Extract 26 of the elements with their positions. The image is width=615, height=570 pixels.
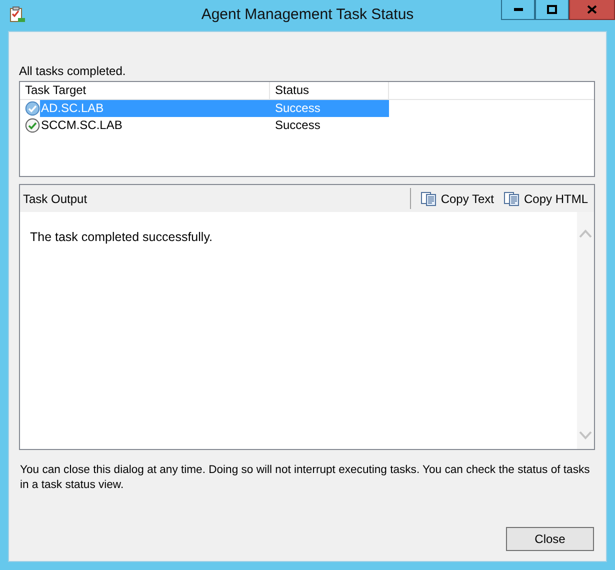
copy-button[interactable]: Copy HTML bbox=[500, 188, 592, 208]
task-target: AD.SC.LAB bbox=[40, 100, 270, 117]
info-text: You can close this dialog at any time. Doing so will not interrupt executing tasks. You can check the status of tasks in a task status view. bbox=[19, 463, 591, 493]
copy-icon bbox=[420, 192, 437, 206]
success-check-icon bbox=[25, 101, 40, 116]
task-status: Success bbox=[274, 117, 322, 134]
column-header[interactable]: Task Target bbox=[20, 82, 270, 99]
minimize-button[interactable] bbox=[501, 0, 535, 20]
clipboard-icon bbox=[9, 6, 26, 23]
task-row[interactable]: SCCM.SC.LAB Success bbox=[20, 117, 594, 134]
summary-text: All tasks completed. bbox=[19, 64, 127, 78]
task-output-title: Task Output bbox=[23, 192, 88, 206]
maximize-icon bbox=[547, 5, 557, 14]
maximize-button[interactable] bbox=[535, 0, 569, 20]
copy-icon bbox=[504, 192, 520, 206]
close-button[interactable]: Close bbox=[506, 527, 594, 551]
close-window-button[interactable] bbox=[569, 0, 615, 20]
output-text: The task completed successfully. bbox=[29, 229, 214, 244]
minimize-icon bbox=[514, 8, 522, 11]
success-check-icon bbox=[25, 118, 40, 133]
task-status: Success bbox=[270, 100, 389, 117]
task-target: SCCM.SC.LAB bbox=[40, 117, 124, 134]
close-icon bbox=[587, 5, 597, 14]
copy-button[interactable]: Copy Text bbox=[416, 188, 498, 208]
column-header[interactable]: Status bbox=[270, 82, 389, 99]
window-title: Agent Management Task Status bbox=[200, 6, 415, 23]
